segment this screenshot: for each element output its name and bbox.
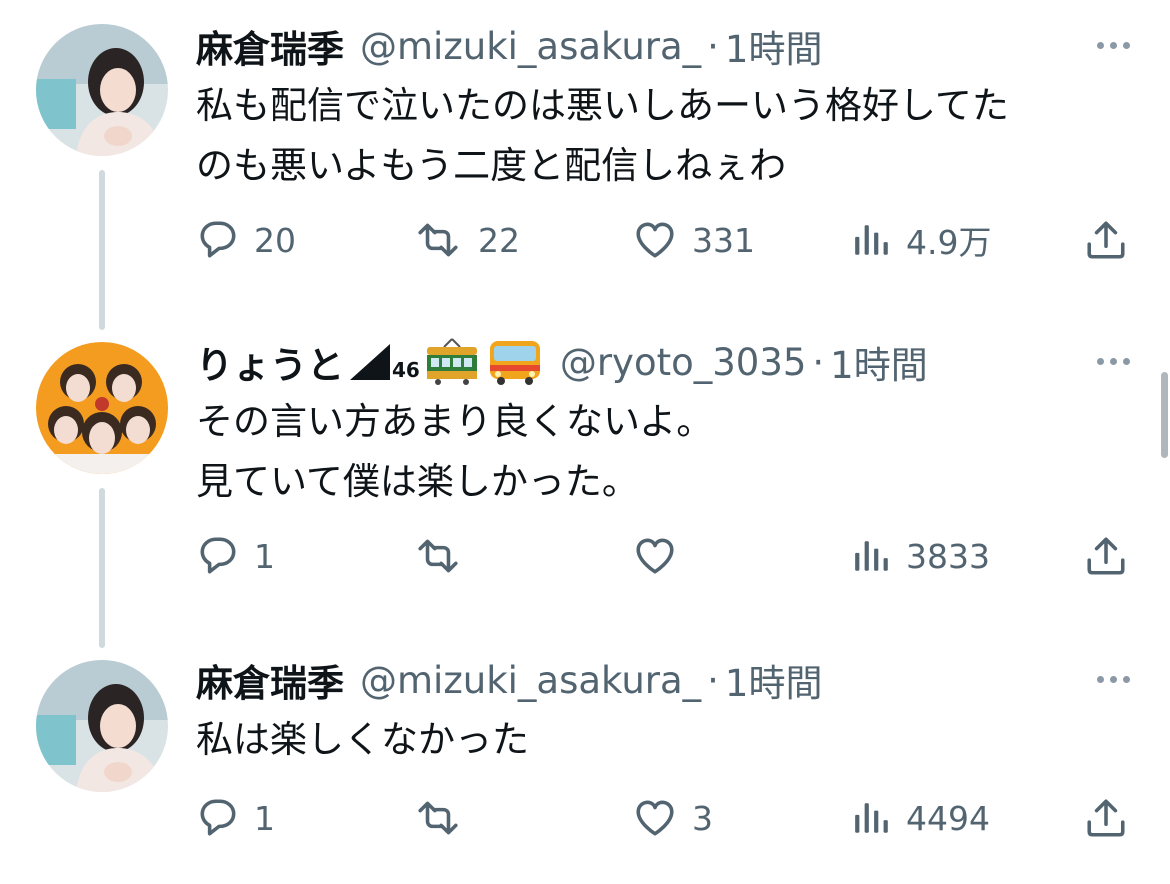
more-options-icon[interactable] (1097, 42, 1130, 49)
reply-button[interactable]: 1 (196, 790, 275, 846)
separator: · (707, 658, 719, 702)
retweet-button[interactable]: 22 (412, 212, 520, 268)
heart-icon (636, 800, 674, 836)
tweet-text-line: 見ていて僕は楽しかった。 (196, 460, 639, 503)
user-handle[interactable]: @mizuki_asakura_ (360, 25, 701, 68)
reply-button[interactable]: 20 (196, 212, 296, 268)
reply-button[interactable]: 1 (196, 528, 275, 584)
views-button[interactable]: 3833 (852, 528, 990, 584)
tweet-text: 私も配信で泣いたのは悪いしあーいう格好してた のも悪いよもう二度と配信しねぇわ (196, 76, 1136, 196)
view-count: 4.9万 (906, 223, 992, 262)
view-count: 4494 (906, 798, 990, 838)
view-count: 3833 (906, 536, 990, 576)
tweet[interactable]: りょうと 46 @ryoto_3035 · 1時間 その言い方あまり良くないよ。… (0, 334, 1170, 614)
user-handle[interactable]: @ryoto_3035 (560, 341, 807, 384)
display-name[interactable]: 麻倉瑞季 (196, 653, 344, 707)
tweet-text-line: 私は楽しくなかった (196, 718, 529, 761)
retweet-icon (418, 539, 458, 573)
views-icon (855, 225, 888, 255)
like-button[interactable] (632, 528, 692, 584)
tweet[interactable]: 麻倉瑞季 @mizuki_asakura_ · 1時間 私は楽しくなかった 1 … (0, 652, 1170, 872)
avatar[interactable] (36, 24, 168, 156)
retweet-icon (418, 801, 458, 835)
timestamp[interactable]: 1時間 (725, 653, 823, 707)
reply-icon (200, 799, 236, 836)
user-handle[interactable]: @mizuki_asakura_ (360, 659, 701, 702)
like-button[interactable]: 331 (632, 212, 755, 268)
views-icon (855, 803, 888, 833)
reply-count: 1 (254, 536, 275, 576)
share-button[interactable] (1084, 790, 1128, 846)
share-icon (1087, 537, 1125, 575)
share-button[interactable] (1084, 528, 1128, 584)
heart-icon (636, 538, 674, 574)
retweet-button[interactable] (412, 528, 478, 584)
share-icon (1087, 221, 1125, 259)
like-button[interactable]: 3 (632, 790, 713, 846)
scrollbar[interactable] (1161, 372, 1168, 458)
views-button[interactable]: 4.9万 (852, 212, 991, 268)
tweet-text-line: 私も配信で泣いたのは悪いしあーいう格好してた (196, 84, 1009, 127)
tweet-text-line: その言い方あまり良くないよ。 (196, 400, 714, 443)
tweet-text: 私は楽しくなかった (196, 710, 1136, 770)
avatar[interactable] (36, 660, 168, 792)
tram-emoji (426, 338, 477, 385)
tweet-actions: 1 3833 (0, 528, 1170, 584)
separator: · (812, 340, 825, 384)
display-name[interactable]: りょうと (196, 335, 344, 389)
bus-emoji (489, 341, 540, 385)
like-count: 3 (692, 798, 713, 838)
reply-icon (200, 537, 236, 574)
more-options-icon[interactable] (1097, 358, 1130, 365)
views-icon (855, 541, 888, 571)
avatar[interactable] (36, 342, 168, 474)
reply-count: 1 (254, 798, 275, 838)
heart-icon (636, 222, 674, 258)
retweet-button[interactable] (412, 790, 478, 846)
more-options-icon[interactable] (1097, 676, 1130, 683)
share-button[interactable] (1084, 212, 1128, 268)
tweet-text-line: のも悪いよもう二度と配信しねぇわ (196, 144, 787, 187)
tweet-text: その言い方あまり良くないよ。 見ていて僕は楽しかった。 (196, 392, 1136, 512)
reply-icon (200, 221, 236, 258)
share-icon (1087, 799, 1125, 837)
tweet-actions: 20 22 331 4.9万 (0, 212, 1170, 268)
retweet-icon (418, 223, 458, 257)
retweet-count: 22 (478, 220, 520, 260)
like-count: 331 (692, 220, 755, 260)
separator: · (707, 24, 719, 68)
signal-icon (350, 344, 390, 380)
timestamp[interactable]: 1時間 (725, 19, 823, 73)
display-name[interactable]: 麻倉瑞季 (196, 19, 344, 73)
timestamp[interactable]: 1時間 (830, 335, 928, 389)
views-button[interactable]: 4494 (852, 790, 990, 846)
reply-count: 20 (254, 220, 296, 260)
badge-number: 46 (392, 358, 420, 382)
tweet[interactable]: 麻倉瑞季 @mizuki_asakura_ · 1時間 私も配信で泣いたのは悪い… (0, 18, 1170, 298)
tweet-actions: 1 3 4494 (0, 790, 1170, 846)
